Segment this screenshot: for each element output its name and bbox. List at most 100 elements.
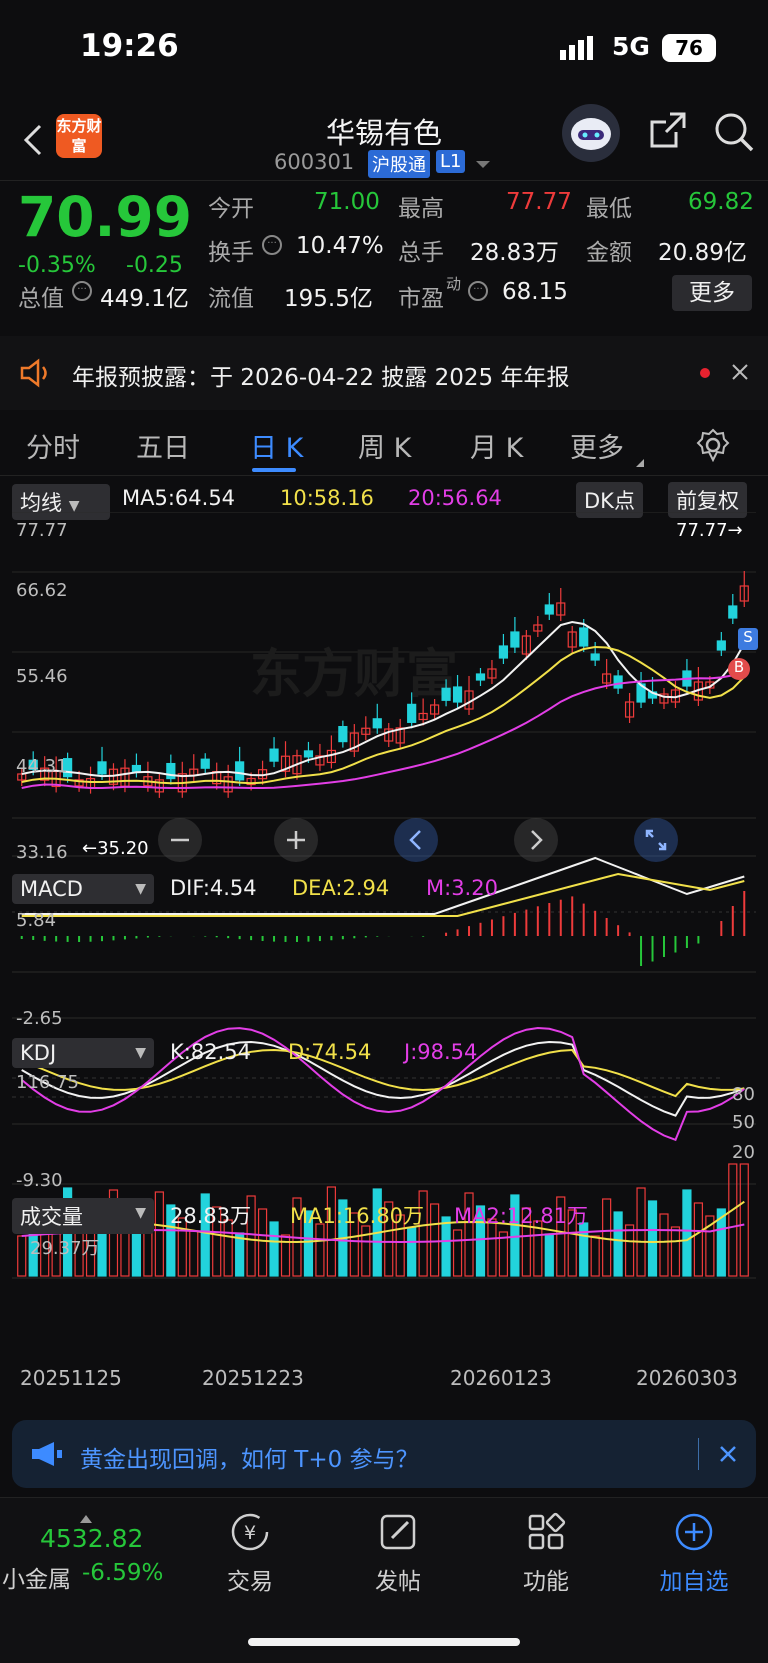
more-button[interactable]: 更多 [672,275,752,311]
pe-value: 68.15 [502,279,568,305]
trade-icon: ¥ [231,1513,269,1551]
volume-bar [659,1213,669,1277]
volume-bar [579,1222,589,1277]
candle-body [131,764,142,773]
zoom-out-button[interactable] [158,818,202,862]
chevron-down-icon[interactable] [476,154,490,168]
turnover-label: 换手 [208,240,254,266]
kdj-select[interactable]: KDJ ▼ [12,1038,154,1068]
tab-five-day[interactable]: 五日 [136,426,190,465]
volume-bar [682,1189,692,1277]
high-value: 77.77 [506,189,572,215]
float-label: 流值 [208,286,254,312]
macd-select[interactable]: MACD ▼ [12,874,154,904]
grid-icon [528,1512,566,1550]
index-ticker[interactable]: 4532.82 小金属 -6.59% [0,1508,180,1608]
change-value: -0.25 [126,253,183,278]
kdj-label: KDJ [20,1041,57,1065]
share-icon[interactable] [648,110,688,150]
high-label: 最高 [398,196,444,222]
nav-post[interactable]: 发帖 [338,1510,458,1596]
macd-y-bottom: -2.65 [16,1008,63,1029]
nav-trade[interactable]: ¥ 交易 [190,1510,310,1596]
amount-label: 金额 [586,240,632,266]
settings-icon[interactable] [696,428,730,463]
quote-panel: 70.99 -0.35% -0.25 今开 71.00 最高 77.77 最低 … [0,180,768,330]
volume-bar [452,1229,463,1277]
svg-text:¥: ¥ [244,1522,256,1544]
ma10-label: 10:58.16 [280,486,374,510]
candle-body [166,762,176,780]
notice-text: 年报预披露：于 2026-04-22 披露 2025 年年报 [72,365,570,391]
status-time: 19:26 [80,28,179,64]
open-value: 71.00 [314,189,380,215]
volume-value: 28.83万 [470,240,559,266]
nav-add-watchlist[interactable]: 加自选 [634,1510,754,1596]
tab-intraday[interactable]: 分时 [26,426,80,465]
kline-chart[interactable]: 东方财富 [0,512,768,1412]
caret-up-icon [80,1508,92,1523]
search-icon[interactable] [712,110,756,154]
candle-body [372,718,382,729]
nav-functions[interactable]: 功能 [486,1510,606,1596]
vol-ma1-label: MA1:16.80万 [290,1204,425,1228]
nav-functions-label: 功能 [523,1569,569,1595]
tab-monthly[interactable]: 月 K [470,426,523,465]
float-value: 195.5亿 [284,286,373,312]
dif-label: DIF:4.54 [170,876,257,900]
volume-select[interactable]: 成交量 ▼ [12,1198,154,1234]
volume-bar [728,1163,738,1277]
kdj-ref-20: 20 [732,1142,755,1163]
tab-weekly[interactable]: 周 K [358,426,411,465]
index-value: 4532.82 [40,1524,144,1553]
unread-dot [700,368,710,378]
fullscreen-button[interactable] [634,818,678,862]
y-label: 44.31 [16,756,68,777]
d-label: D:74.54 [288,1040,372,1064]
y-label-top: 77.77 [16,520,68,541]
candle-body [452,686,463,703]
scroll-right-button[interactable] [514,818,558,862]
close-icon[interactable] [718,1444,738,1464]
scroll-left-button[interactable] [394,818,438,862]
nav-add-label: 加自选 [659,1569,729,1595]
close-icon[interactable] [730,362,750,382]
high-marker: 77.77→ [676,520,743,541]
volume-bar [315,1223,325,1277]
volume-label: 总手 [398,240,444,266]
sell-marker[interactable]: S [738,628,758,650]
info-icon[interactable]: ··· [262,235,282,255]
index-name: 小金属 [2,1567,71,1593]
pe-sup: 动 [446,275,462,293]
tab-more[interactable]: 更多 [570,426,624,465]
tab-daily[interactable]: 日 K [250,426,303,465]
low-value: 69.82 [688,189,754,215]
status-bar: 19:26 5G 76 [0,0,768,100]
volume-bar [613,1211,623,1277]
period-tabs: 分时 五日 日 K 周 K 月 K 更多 [0,410,768,476]
notice-bar[interactable]: 年报预披露：于 2026-04-22 披露 2025 年年报 [0,336,768,410]
volume-bar [269,1221,279,1277]
level-badge: L1 [436,150,466,173]
ma5-label: MA5:64.54 [122,486,236,510]
info-icon[interactable]: ··· [72,281,92,301]
info-icon[interactable]: ··· [468,281,488,301]
assistant-avatar[interactable] [562,104,620,162]
battery-level: 76 [675,36,703,60]
speaker-icon [18,358,54,388]
y-label-bottom: 33.16 [16,842,68,863]
zoom-in-button[interactable] [274,818,318,862]
open-label: 今开 [208,196,254,222]
candle-body [235,761,245,781]
volume-bar [154,1191,164,1277]
svg-text:东方财富: 东方财富 [250,645,458,705]
candle-body [716,640,726,651]
promo-banner[interactable]: 黄金出现回调，如何 T+0 参与？ [12,1420,756,1488]
date-label: 20251223 [202,1366,304,1390]
candle-body [613,675,623,689]
buy-marker[interactable]: B [728,658,750,680]
stock-header: 东方财富 华锡有色 600301 沪股通 L1 [0,100,768,180]
nav-trade-label: 交易 [227,1569,273,1595]
pe-label: 市盈 [398,286,444,312]
edit-icon [380,1514,416,1550]
